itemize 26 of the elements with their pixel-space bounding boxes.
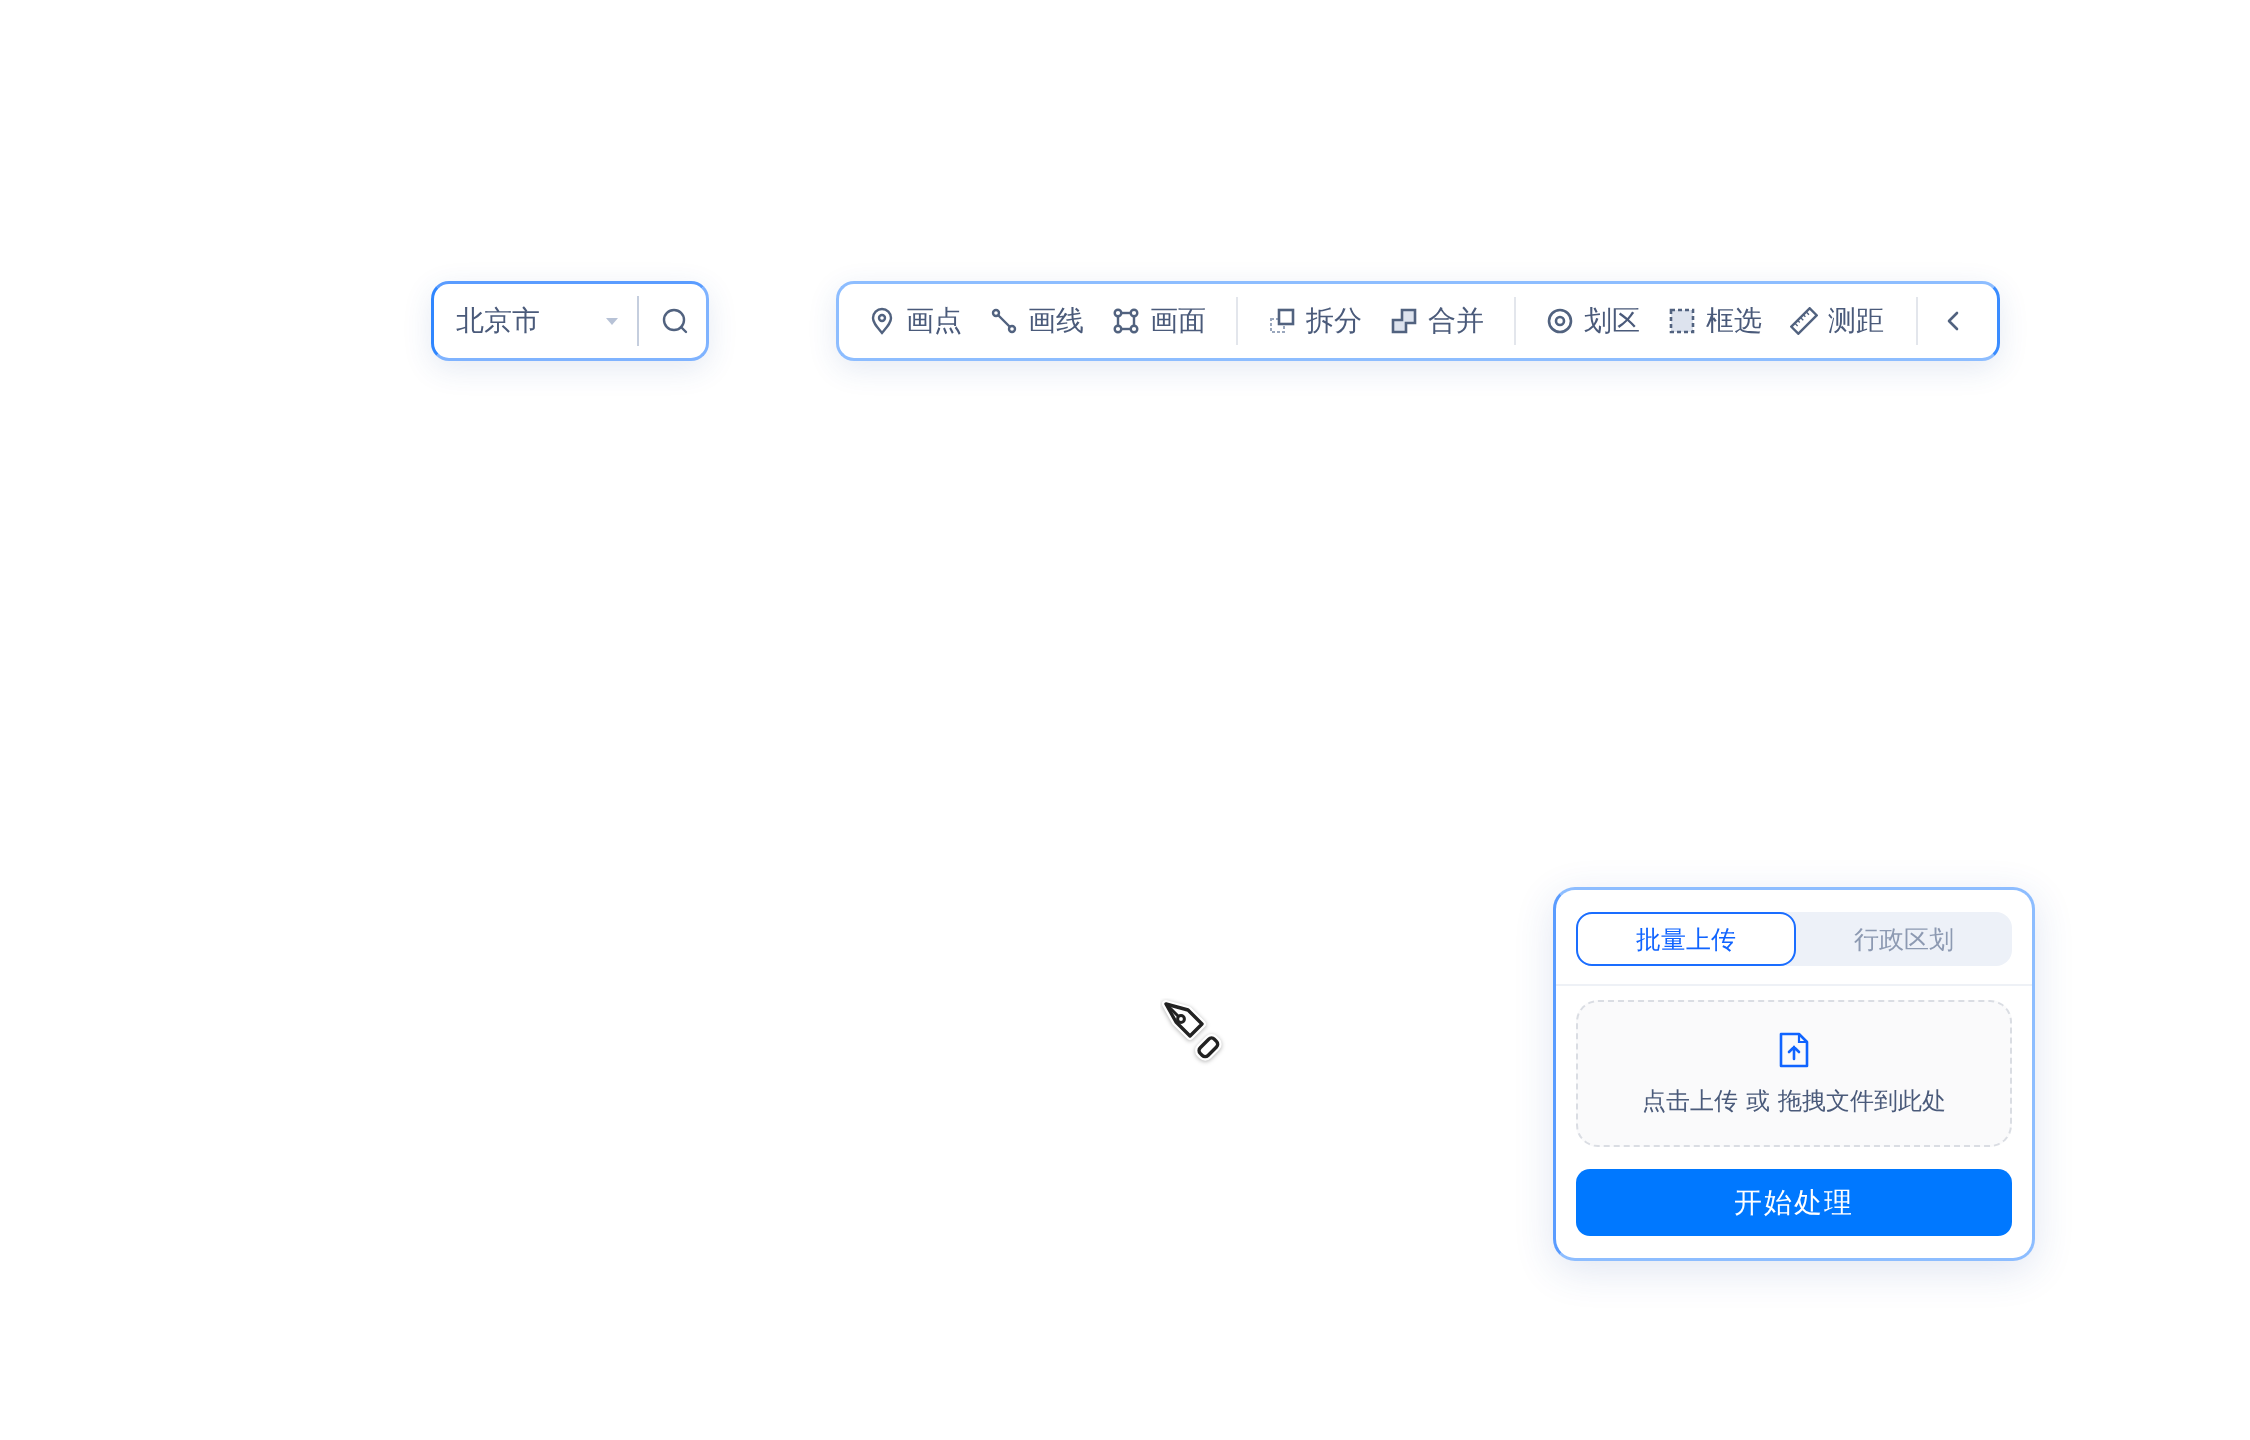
line-icon [990,307,1018,335]
tool-button[interactable]: 合并 [1390,302,1484,340]
ruler-icon [1790,307,1818,335]
tool-button[interactable]: 划区 [1546,302,1640,340]
city-value: 北京市 [456,303,541,339]
tool-button[interactable]: 画面 [1112,302,1206,340]
upload-hint: 点击上传 或 拖拽文件到此处 [1642,1085,1946,1117]
polygon-icon [1112,307,1140,335]
tab[interactable]: 批量上传 [1576,912,1796,966]
split-icon [1268,307,1296,335]
start-button[interactable]: 开始处理 [1576,1169,2012,1236]
merge-icon [1390,307,1418,335]
city-select[interactable]: 北京市 [431,281,709,361]
tool-button[interactable]: 测距 [1790,302,1884,340]
dropdown-caret-icon [605,316,619,326]
drop-zone[interactable]: 点击上传 或 拖拽文件到此处 [1576,1000,2012,1147]
tool-button[interactable]: 画线 [990,302,1084,340]
file-upload-icon [1778,1030,1810,1069]
chevron-left-icon [1946,310,1960,332]
tool-button[interactable]: 画点 [868,302,962,340]
selection-icon [1668,307,1696,335]
search-icon [661,307,689,335]
search-button[interactable] [661,307,689,335]
tool-button[interactable]: 框选 [1668,302,1762,340]
tool-button[interactable]: 拆分 [1268,302,1362,340]
target-icon [1546,307,1574,335]
